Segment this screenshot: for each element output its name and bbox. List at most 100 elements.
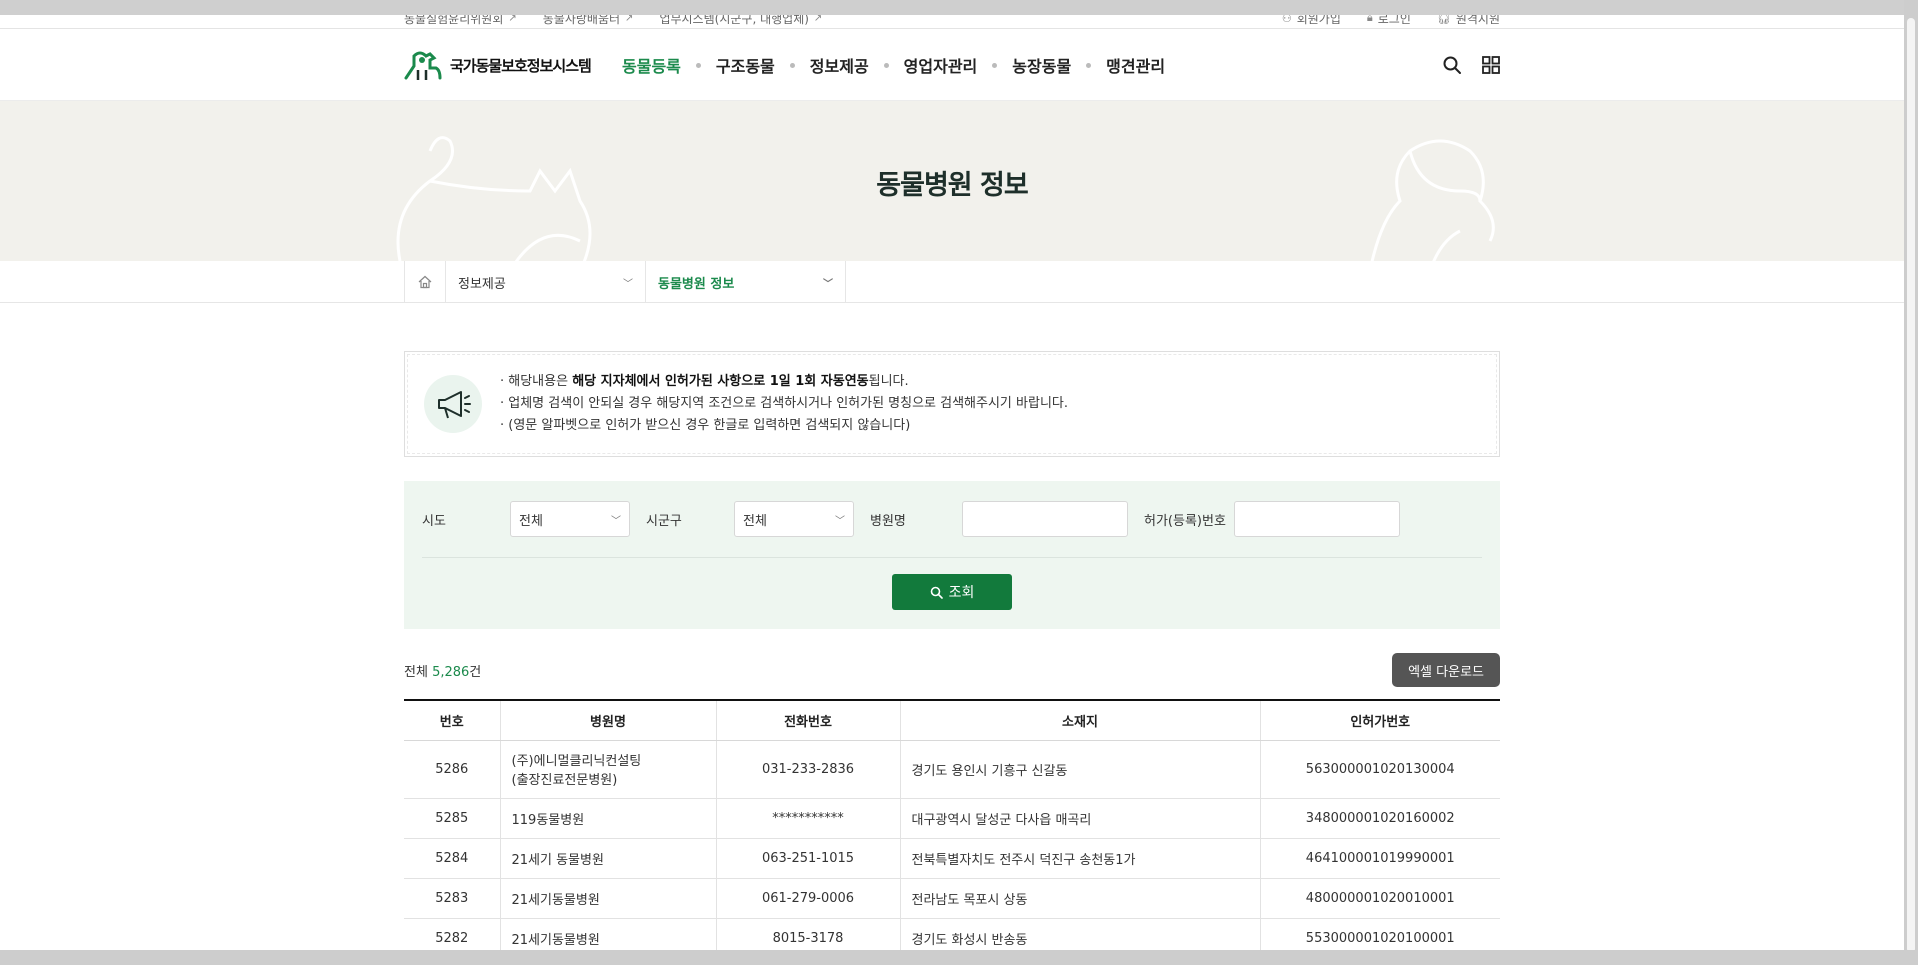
table-row[interactable]: 5286 (주)에니멀클리닉컨설팅 (출장진료전문병원) 031-233-2836…	[404, 740, 1500, 799]
vertical-scrollbar[interactable]	[1904, 0, 1918, 965]
scrollbar-thumb[interactable]	[1907, 18, 1915, 953]
cell-phone: 8015-3178	[716, 918, 901, 950]
search-icon[interactable]	[1442, 55, 1462, 75]
table-row[interactable]: 5282 21세기동물병원 8015-3178 경기도 화성시 반송동 5530…	[404, 918, 1500, 950]
external-link-icon: ↗	[813, 12, 823, 24]
search-button-label: 조회	[948, 585, 975, 601]
sido-select[interactable]: 전체 ﹀	[510, 501, 630, 537]
search-icon	[930, 586, 943, 599]
util-link-label: 동물사랑배움터	[542, 11, 621, 26]
cell-number: 5286	[404, 740, 501, 799]
total-count: 전체 5,286건	[404, 661, 481, 680]
cell-address: 대구광역시 달성군 다사읍 매곡리	[900, 798, 1261, 839]
cell-number: 5284	[404, 838, 501, 879]
cell-license: 464100001019990001	[1260, 838, 1500, 879]
cell-license: 563000001020130004	[1260, 740, 1500, 799]
external-link-icon: ↗	[625, 12, 634, 24]
column-header-number: 번호	[404, 699, 501, 741]
cell-license: 480000001020010001	[1260, 878, 1500, 919]
license-number-input[interactable]	[1234, 501, 1400, 537]
nav-item-animal-registration[interactable]: 동물등록	[622, 53, 681, 77]
signup-link[interactable]: ⚇ 회원가입	[1281, 11, 1341, 27]
login-label: 로그인	[1377, 11, 1411, 26]
table-row[interactable]: 5285 119동물병원 *********** 대구광역시 달성군 다사읍 매…	[404, 798, 1500, 839]
breadcrumb-level1-label: 정보제공	[458, 276, 506, 292]
cell-number: 5285	[404, 798, 501, 839]
chevron-down-icon: ﹀	[611, 515, 621, 527]
megaphone-icon	[424, 375, 482, 433]
notice-line-3-text: (영문 알파벳으로 인허가 받으신 경우 한글로 입력하면 검색되지 않습니다)	[508, 418, 911, 433]
login-link[interactable]: 🔒︎ 로그인	[1366, 11, 1411, 27]
excel-download-button[interactable]: 엑셀 다운로드	[1392, 653, 1500, 687]
breadcrumb-select-level2[interactable]: 동물병원 정보 ﹀	[646, 261, 846, 303]
util-link-work-system[interactable]: 업무시스템(시군구, 대행업체) ↗	[659, 12, 823, 27]
notice-text: · 해당내용은 해당 지자체에서 인허가된 사항으로 1일 1회 자동연동됩니다…	[500, 371, 1068, 437]
total-count-prefix: 전체	[404, 664, 433, 680]
util-link-label: 동물실험윤리위원회	[404, 11, 504, 26]
cell-address: 전북특별자치도 전주시 덕진구 송천동1가	[900, 838, 1261, 879]
hospital-name-label: 병원명	[870, 513, 906, 529]
user-icon: ⚇	[1281, 11, 1292, 25]
column-header-phone: 전화번호	[716, 699, 901, 741]
notice-line-1-post: 됩니다.	[868, 374, 909, 389]
sitemap-grid-icon[interactable]	[1482, 56, 1500, 74]
page-title: 동물병원 정보	[876, 170, 1028, 201]
table-header-row: 번호 병원명 전화번호 소재지 인허가번호	[404, 699, 1500, 741]
cell-hospital-name: 119동물병원	[500, 798, 717, 839]
horizontal-scrollbar[interactable]	[0, 950, 1918, 965]
browser-viewport: 동물실험윤리위원회 ↗ 동물사랑배움터 ↗ 업무시스템(시군구, 대행업체) ↗ ⚇ 회…	[0, 0, 1904, 950]
search-button[interactable]: 조회	[892, 574, 1012, 610]
sigungu-select[interactable]: 전체 ﹀	[734, 501, 854, 537]
notice-line-2-text: 업체명 검색이 안되실 경우 해당지역 조건으로 검색하시거나 인허가된 명칭으…	[508, 396, 1069, 411]
site-logo[interactable]: 국가동물보호정보시스템	[404, 48, 622, 82]
signup-label: 회원가입	[1296, 11, 1341, 26]
cell-hospital-name: 21세기동물병원	[500, 878, 717, 919]
nav-separator	[789, 62, 795, 68]
sido-label: 시도	[422, 513, 446, 529]
breadcrumb-level2-label: 동물병원 정보	[658, 276, 735, 292]
cell-number: 5282	[404, 918, 501, 950]
table-row[interactable]: 5284 21세기 동물병원 063-251-1015 전북특별자치도 전주시 …	[404, 838, 1500, 879]
site-header: 국가동물보호정보시스템 동물등록 구조동물 정보제공 영업자관리 농장동물 맹견…	[0, 29, 1904, 101]
nav-item-farm-animals[interactable]: 농장동물	[1012, 53, 1071, 77]
hospital-name-input[interactable]	[962, 501, 1128, 537]
cell-hospital-name-line2: (출장진료전문병원)	[511, 773, 618, 788]
cell-phone: ***********	[716, 798, 901, 839]
home-button[interactable]	[404, 261, 446, 303]
cell-address: 경기도 용인시 기흥구 신갈동	[900, 740, 1261, 799]
chevron-down-icon: ﹀	[623, 278, 633, 290]
content-area: · 해당내용은 해당 지자체에서 인허가된 사항으로 1일 1회 자동연동됩니다…	[404, 351, 1500, 950]
notice-line-3: · (영문 알파벳으로 인허가 받으신 경우 한글로 입력하면 검색되지 않습니…	[500, 418, 911, 433]
lock-icon: 🔒︎	[1366, 11, 1373, 24]
sido-select-value: 전체	[519, 513, 543, 529]
main-nav: 동물등록 구조동물 정보제공 영업자관리 농장동물 맹견관리	[622, 53, 1165, 77]
nav-item-fierce-dogs[interactable]: 맹견관리	[1106, 53, 1165, 77]
cell-address: 전라남도 목포시 상동	[900, 878, 1261, 919]
cell-hospital-name-line1: (주)에니멀클리닉컨설팅	[511, 754, 642, 769]
total-count-number: 5,286	[432, 664, 470, 680]
util-link-ethics[interactable]: 동물실험윤리위원회 ↗	[404, 11, 517, 27]
notice-line-1: · 해당내용은 해당 지자체에서 인허가된 사항으로 1일 1회 자동연동됩니다…	[500, 374, 909, 389]
hospital-table: 번호 병원명 전화번호 소재지 인허가번호 5286 (주)에니멀클리닉컨설팅 (…	[404, 699, 1500, 950]
table-row[interactable]: 5283 21세기동물병원 061-279-0006 전라남도 목포시 상동 4…	[404, 878, 1500, 919]
sigungu-label: 시군구	[646, 513, 682, 529]
breadcrumb-select-level1[interactable]: 정보제공 ﹀	[446, 261, 646, 303]
column-header-address: 소재지	[900, 699, 1261, 741]
chevron-down-icon: ﹀	[823, 278, 833, 290]
cell-phone: 061-279-0006	[716, 878, 901, 919]
external-link-icon: ↗	[508, 12, 517, 24]
util-link-learning[interactable]: 동물사랑배움터 ↗	[542, 11, 634, 27]
license-number-label: 허가(등록)번호	[1144, 513, 1226, 529]
nav-item-business[interactable]: 영업자관리	[904, 53, 978, 77]
headset-icon: 🎧︎	[1436, 11, 1451, 25]
cell-license: 348000001020160002	[1260, 798, 1500, 839]
remote-support-link[interactable]: 🎧︎ 원격지원	[1436, 11, 1500, 27]
utility-bar: 동물실험윤리위원회 ↗ 동물사랑배움터 ↗ 업무시스템(시군구, 대행업체) ↗ ⚇ 회…	[0, 11, 1904, 29]
search-panel: 시도 전체 ﹀ 시군구 전체 ﹀ 병원명 허가(등록)번호 조회	[404, 481, 1500, 629]
cell-address: 경기도 화성시 반송동	[900, 918, 1261, 950]
nav-separator	[1086, 62, 1092, 68]
notice-box: · 해당내용은 해당 지자체에서 인허가된 사항으로 1일 1회 자동연동됩니다…	[404, 351, 1500, 457]
nav-item-information[interactable]: 정보제공	[810, 53, 869, 77]
nav-item-rescue-animals[interactable]: 구조동물	[716, 53, 775, 77]
chevron-down-icon: ﹀	[835, 515, 845, 527]
